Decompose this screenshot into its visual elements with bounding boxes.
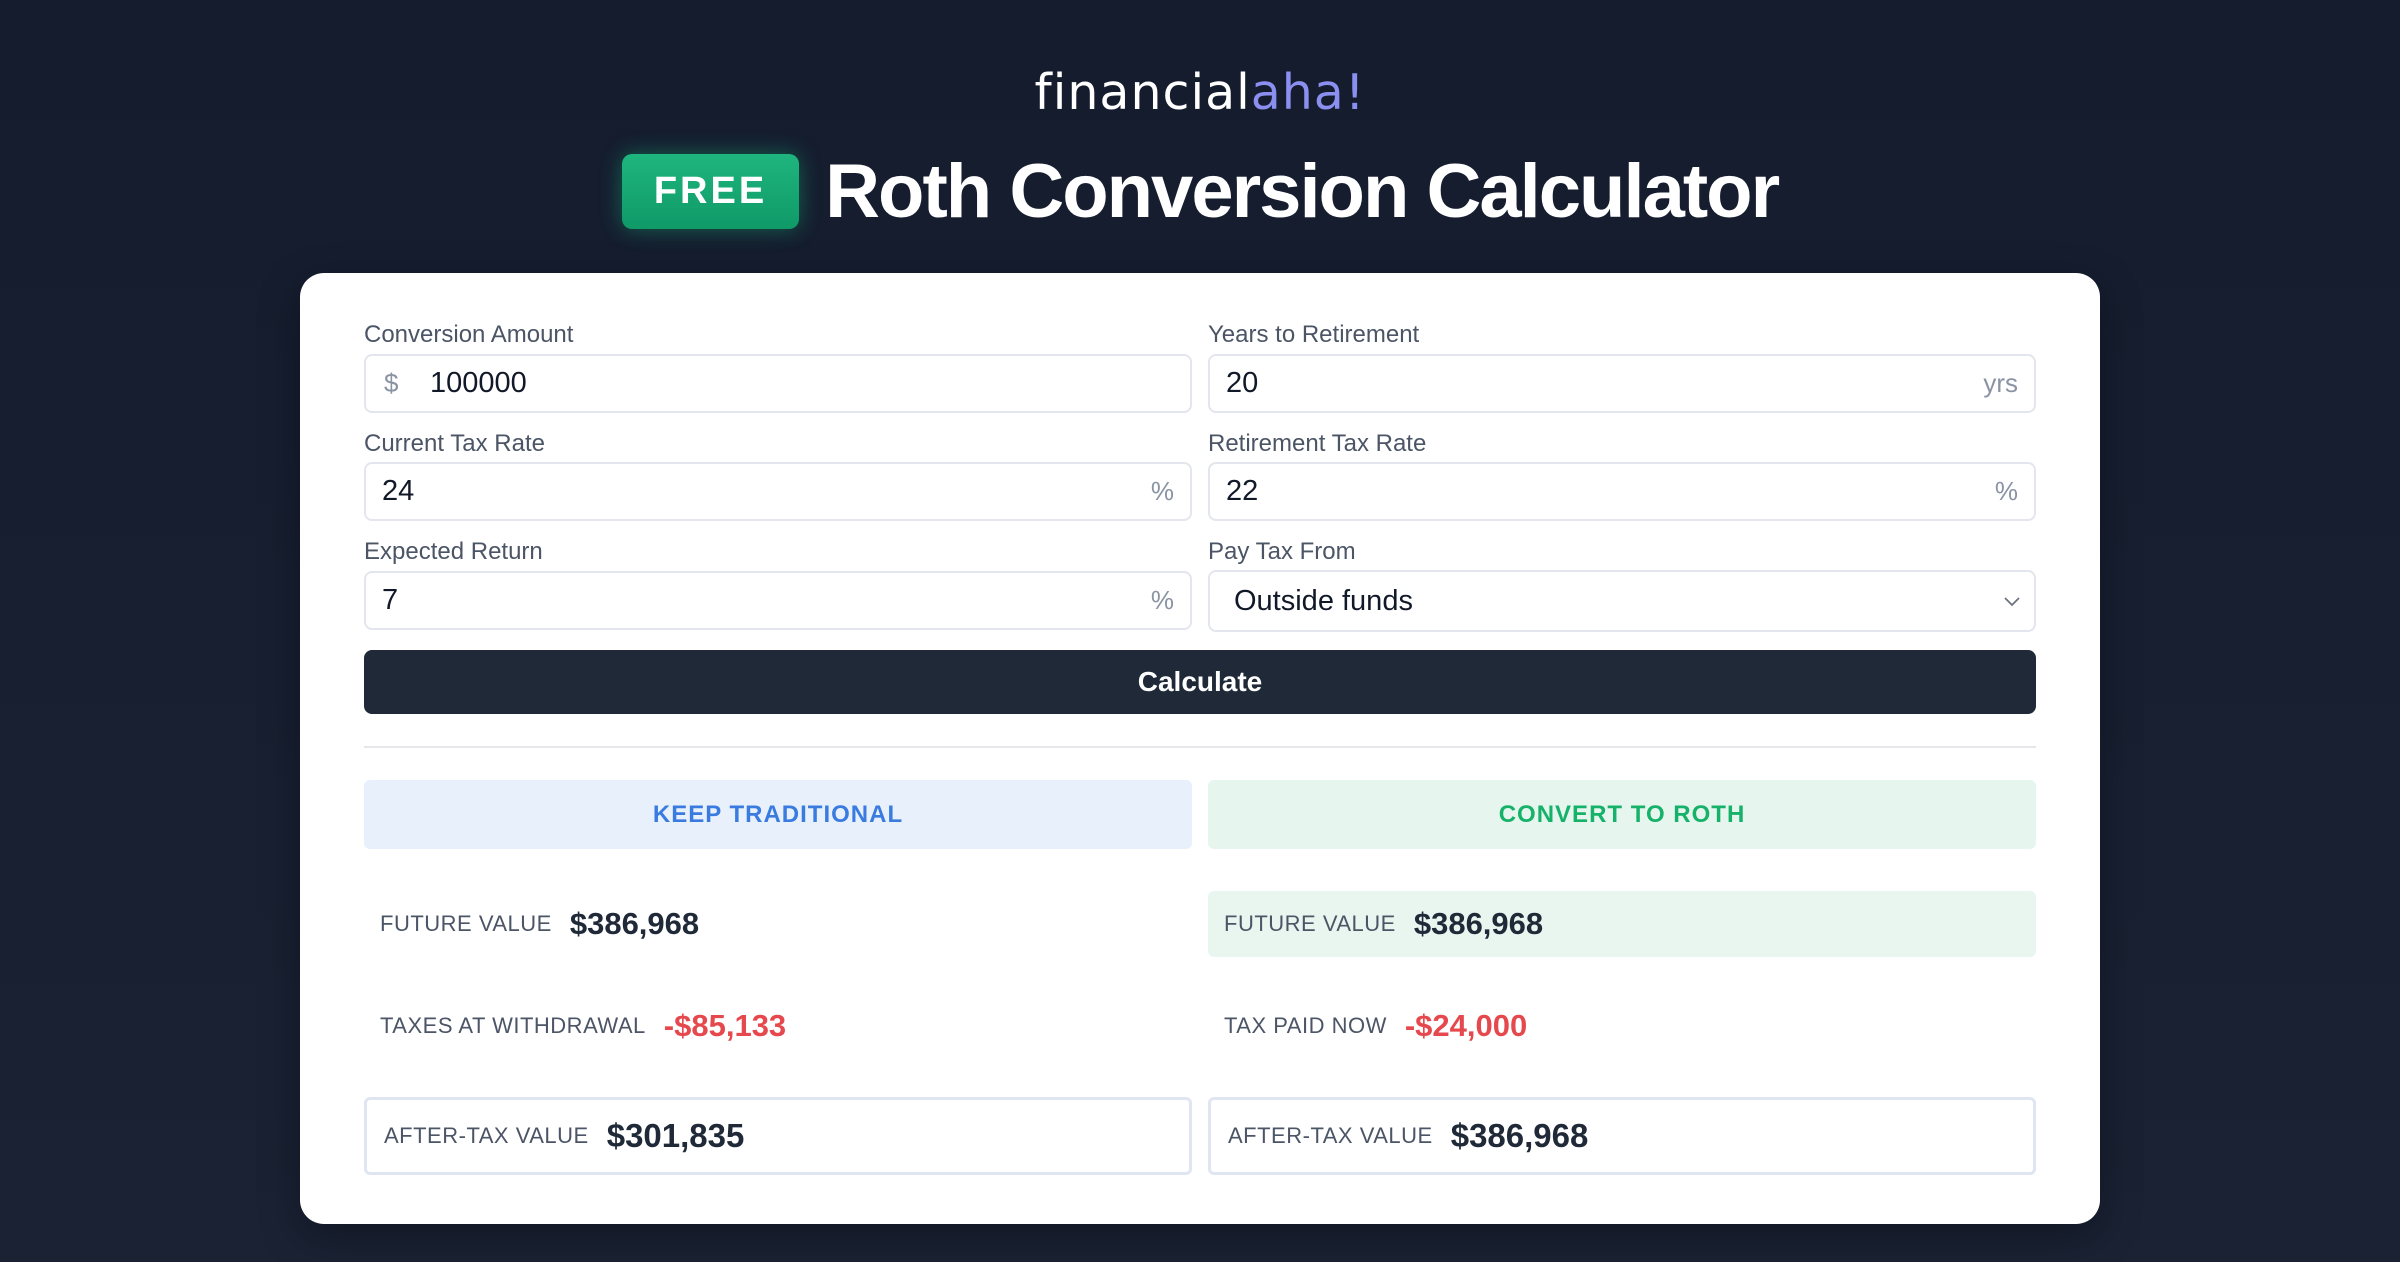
years-to-retirement-label: Years to Retirement	[1208, 321, 1420, 348]
expected-return-input[interactable]: 7 %	[364, 571, 1192, 630]
expected-return-value: 7	[382, 584, 399, 616]
conversion-amount-value: 100000	[430, 367, 527, 399]
retirement-tax-rate-label: Retirement Tax Rate	[1208, 430, 1427, 457]
metric-label: AFTER-TAX VALUE	[384, 1123, 589, 1148]
metric-label: FUTURE VALUE	[380, 911, 552, 936]
chevron-down-icon	[2004, 597, 2020, 607]
dollar-prefix: $	[384, 368, 399, 398]
calculate-button[interactable]: Calculate	[364, 650, 2036, 714]
pay-tax-from-select[interactable]: Outside funds	[1208, 570, 2036, 632]
traditional-taxes-at-withdrawal: TAXES AT WITHDRAWAL -$85,133	[364, 993, 1192, 1059]
metric-label: FUTURE VALUE	[1224, 911, 1396, 936]
roth-future-value: FUTURE VALUE $386,968	[1208, 891, 2036, 957]
traditional-after-tax-value: AFTER-TAX VALUE $301,835	[364, 1097, 1192, 1175]
conversion-amount-input[interactable]: $ 100000	[364, 354, 1192, 413]
metric-value: $386,968	[1413, 906, 1544, 941]
roth-tax-paid-now: TAX PAID NOW -$24,000	[1208, 993, 2036, 1059]
pay-tax-from-label: Pay Tax From	[1208, 538, 1356, 565]
current-tax-rate-value: 24	[382, 475, 415, 507]
keep-traditional-heading: KEEP TRADITIONAL	[364, 780, 1192, 849]
metric-value: -$85,133	[663, 1008, 787, 1043]
current-tax-rate-label: Current Tax Rate	[364, 430, 545, 457]
metric-label: AFTER-TAX VALUE	[1228, 1123, 1433, 1148]
metric-value: $301,835	[606, 1117, 745, 1154]
metric-label: TAX PAID NOW	[1224, 1013, 1387, 1038]
page-title: Roth Conversion Calculator	[825, 149, 1780, 234]
metric-value: -$24,000	[1404, 1008, 1528, 1043]
retirement-tax-rate-input[interactable]: 22 %	[1208, 462, 2036, 521]
metric-value: $386,968	[1450, 1117, 1589, 1154]
conversion-amount-label: Conversion Amount	[364, 321, 574, 348]
brand-logo-main: financial	[1034, 64, 1251, 121]
divider	[364, 746, 2036, 748]
convert-to-roth-heading: CONVERT TO ROTH	[1208, 780, 2036, 849]
pay-tax-from-value: Outside funds	[1234, 585, 1413, 617]
brand-logo-accent: aha!	[1250, 64, 1366, 121]
current-tax-rate-input[interactable]: 24 %	[364, 462, 1192, 521]
retirement-tax-rate-value: 22	[1226, 475, 1259, 507]
expected-return-label: Expected Return	[364, 538, 543, 565]
free-badge: FREE	[621, 154, 800, 229]
title-row: FREE Roth Conversion Calculator	[0, 148, 2400, 235]
percent-suffix: %	[1150, 476, 1174, 506]
percent-suffix: %	[1994, 476, 2018, 506]
percent-suffix: %	[1150, 585, 1174, 615]
brand-logo: financialaha!	[0, 64, 2400, 121]
metric-label: TAXES AT WITHDRAWAL	[380, 1013, 646, 1038]
metric-value: $386,968	[569, 906, 700, 941]
roth-after-tax-value: AFTER-TAX VALUE $386,968	[1208, 1097, 2036, 1175]
calculator-card: Conversion Amount $ 100000 Years to Reti…	[300, 273, 2100, 1224]
years-to-retirement-value: 20	[1226, 367, 1259, 399]
years-suffix: yrs	[1983, 368, 2018, 398]
years-to-retirement-input[interactable]: 20 yrs	[1208, 354, 2036, 413]
traditional-future-value: FUTURE VALUE $386,968	[364, 891, 1192, 957]
